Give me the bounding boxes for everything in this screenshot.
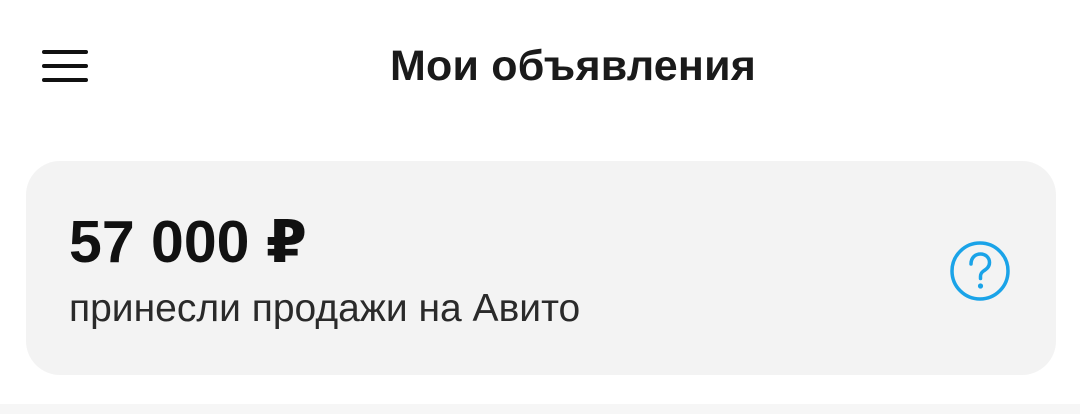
help-button[interactable] [949,240,1011,302]
sales-amount-caption: принесли продажи на Авито [69,287,581,330]
page-title: Мои объявления [390,42,756,90]
top-app-bar: Мои объявления [0,0,1080,136]
sales-amount: 57 000 ₽ [69,209,307,275]
question-circle-icon [950,241,1010,301]
section-divider [0,404,1080,414]
sales-summary-card: 57 000 ₽ принесли продажи на Авито [26,161,1056,375]
